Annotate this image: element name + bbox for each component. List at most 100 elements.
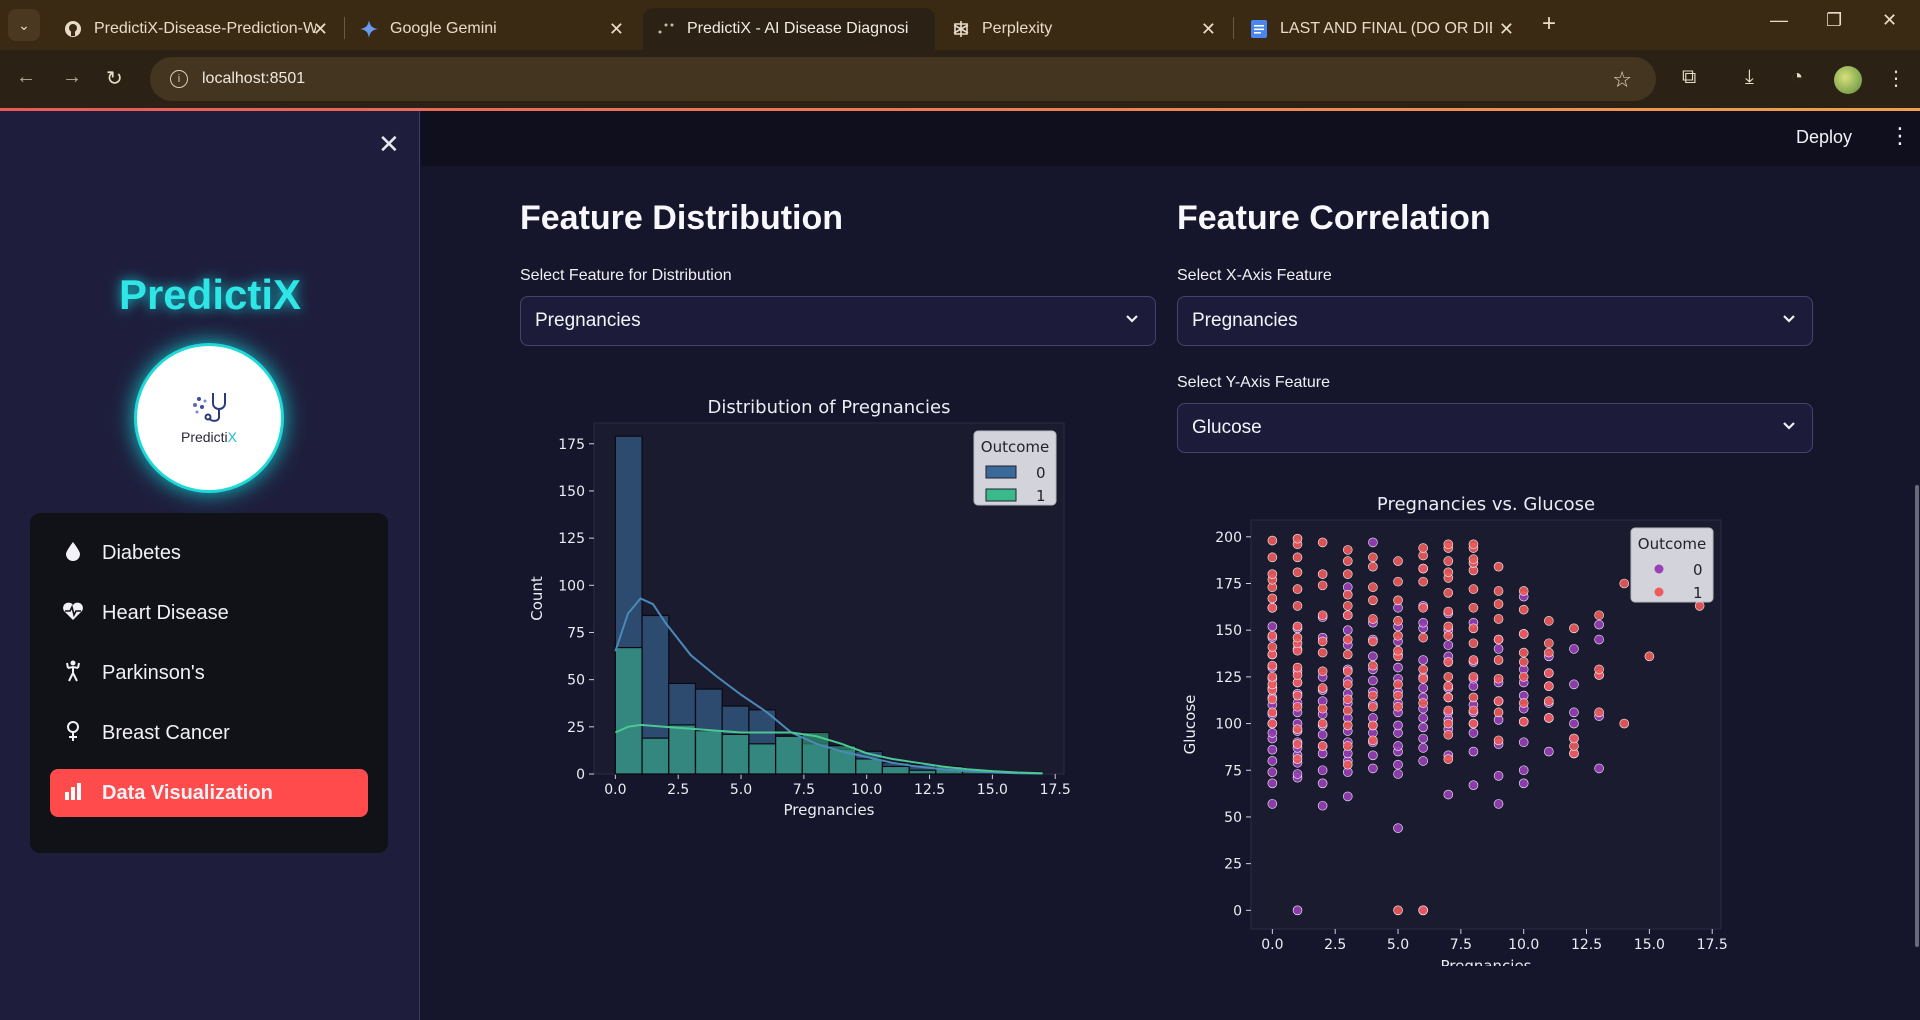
scatter-point: [1418, 673, 1428, 684]
legend-label: 0: [1693, 561, 1703, 579]
x-axis-feature-select[interactable]: Pregnancies: [1177, 296, 1813, 346]
gemini-icon: [360, 20, 378, 38]
scatter-point: [1493, 673, 1504, 684]
page-scrollbar[interactable]: [1915, 485, 1919, 947]
plot-area: 0.0 2.5 5.0 7.5 10.0 12.5 15.0 17.5025507510012…: [1215, 519, 1728, 953]
nav-item-breast-cancer[interactable]: Breast Cancer: [50, 709, 368, 757]
browser-tab-docs[interactable]: LAST AND FINAL (DO OR DIE) - ✕: [1236, 8, 1528, 50]
scatter-point: [1493, 655, 1504, 665]
extensions-icon[interactable]: ⧉: [1682, 66, 1696, 89]
x-tick-label: 2.5: [1324, 937, 1346, 953]
scatter-point: [1292, 769, 1303, 779]
chevron-down-icon: [1782, 311, 1796, 327]
scatter-point: [1393, 556, 1403, 566]
browser-menu-icon[interactable]: ⋮: [1886, 66, 1906, 91]
scatter-point: [1518, 586, 1529, 596]
nav-label: Data Visualization: [102, 781, 273, 804]
minimize-icon[interactable]: —: [1770, 10, 1788, 31]
scatter-point: [1267, 778, 1278, 789]
scatter-point: [1342, 610, 1353, 621]
reload-icon[interactable]: ↻: [106, 66, 123, 91]
close-sidebar-icon[interactable]: ✕: [378, 129, 400, 160]
profile-avatar[interactable]: [1834, 66, 1862, 94]
scatter-point: [1418, 543, 1428, 553]
scatter-point: [1518, 698, 1529, 708]
scatter-point: [1418, 905, 1428, 916]
new-tab-icon[interactable]: +: [1542, 10, 1556, 38]
perplexity-icon: [952, 20, 970, 38]
scatter-point: [1317, 800, 1328, 811]
scatter-point: [1317, 636, 1328, 647]
bookmark-star-icon[interactable]: ☆: [1612, 67, 1632, 93]
scatter-point: [1443, 754, 1454, 764]
scatter-point: [1292, 701, 1303, 712]
scatter-point: [1493, 644, 1504, 654]
scatter-point: [1292, 690, 1303, 701]
scatter-point: [1418, 655, 1428, 665]
select-value: Glucose: [1192, 417, 1262, 438]
y-axis-select-label: Select Y-Axis Feature: [1177, 374, 1330, 391]
nav-item-heart-disease[interactable]: Heart Disease: [50, 589, 368, 637]
scatter-point: [1368, 660, 1378, 671]
performance-icon[interactable]: ◔: [1791, 66, 1803, 89]
distribution-feature-select[interactable]: Pregnancies: [520, 296, 1156, 346]
forward-icon[interactable]: →: [62, 66, 82, 89]
back-icon[interactable]: ←: [16, 66, 36, 89]
histogram-bar: [641, 737, 670, 775]
scatter-point: [1443, 640, 1454, 650]
scatter-point: [1393, 823, 1403, 833]
main-menu-icon[interactable]: ⋮: [1889, 123, 1911, 149]
scatter-point: [1493, 586, 1504, 596]
chart-title: Distribution of Pregnancies: [707, 397, 950, 418]
histogram-bar: [881, 765, 910, 775]
nav-item-data-visualization[interactable]: Data Visualization: [50, 769, 368, 817]
histogram-bar: [614, 646, 643, 775]
x-tick-label: 12.5: [914, 782, 945, 798]
download-icon[interactable]: ⤓: [1745, 66, 1754, 89]
address-bar[interactable]: i localhost:8501 ☆: [150, 57, 1656, 101]
distribution-histogram-chart: Distribution of Pregnancies 0.0 2.5 5.0 7.5…: [520, 365, 1085, 859]
scatter-point: [1544, 696, 1554, 706]
y-axis-feature-select[interactable]: Glucose: [1177, 403, 1813, 453]
scatter-point: [1393, 595, 1403, 606]
scatter-point: [1418, 576, 1428, 587]
stethoscope-icon: [193, 393, 226, 422]
browser-tab-github[interactable]: PredictiX-Disease-Prediction-W ✕: [50, 8, 342, 50]
scatter-point: [1267, 569, 1278, 579]
app-header: Deploy ⋮: [421, 111, 1920, 166]
nav-item-parkinsons[interactable]: Parkinson's: [50, 649, 368, 697]
site-info-icon[interactable]: i: [170, 70, 188, 88]
close-window-icon[interactable]: ✕: [1882, 10, 1897, 31]
browser-tab-gemini[interactable]: Google Gemini ✕: [346, 8, 638, 50]
tab-close-icon[interactable]: ✕: [313, 19, 328, 40]
restore-icon[interactable]: ❐: [1826, 10, 1842, 31]
scatter-point: [1267, 621, 1278, 632]
scatter-point: [1594, 634, 1604, 645]
tab-close-icon[interactable]: ✕: [1201, 19, 1216, 40]
scatter-point: [1418, 602, 1428, 613]
sidebar: ✕ PredictiX PredictiX Diabetes Heart Dis…: [0, 111, 420, 1020]
histogram-bar: [721, 733, 750, 775]
scatter-point: [1418, 683, 1428, 693]
nav-item-diabetes[interactable]: Diabetes: [50, 529, 368, 577]
scatter-point: [1443, 539, 1454, 550]
deploy-button[interactable]: Deploy: [1796, 127, 1852, 148]
scatter-point: [1518, 629, 1529, 639]
scatter-point: [1317, 729, 1328, 740]
tab-close-icon[interactable]: ✕: [1499, 19, 1514, 40]
scatter-point: [1518, 778, 1529, 789]
scatter-point: [1267, 672, 1278, 682]
y-tick-label: 50: [1224, 810, 1242, 826]
docs-icon: [1250, 20, 1268, 38]
tab-close-icon[interactable]: ✕: [609, 19, 624, 40]
y-tick-label: 200: [1215, 530, 1242, 546]
tab-search-menu-button[interactable]: ⌄: [8, 9, 40, 41]
scatter-point: [1594, 707, 1604, 718]
tab-separator: [1233, 17, 1234, 39]
scatter-point: [1569, 718, 1579, 729]
browser-tab-perplexity[interactable]: Perplexity ✕: [938, 8, 1230, 50]
browser-tab-predictix[interactable]: PredictiX - AI Disease Diagnosis: [643, 8, 935, 50]
legend-marker: [1654, 564, 1664, 574]
y-tick-label: 100: [1215, 717, 1242, 733]
legend-label: 0: [1036, 464, 1046, 482]
